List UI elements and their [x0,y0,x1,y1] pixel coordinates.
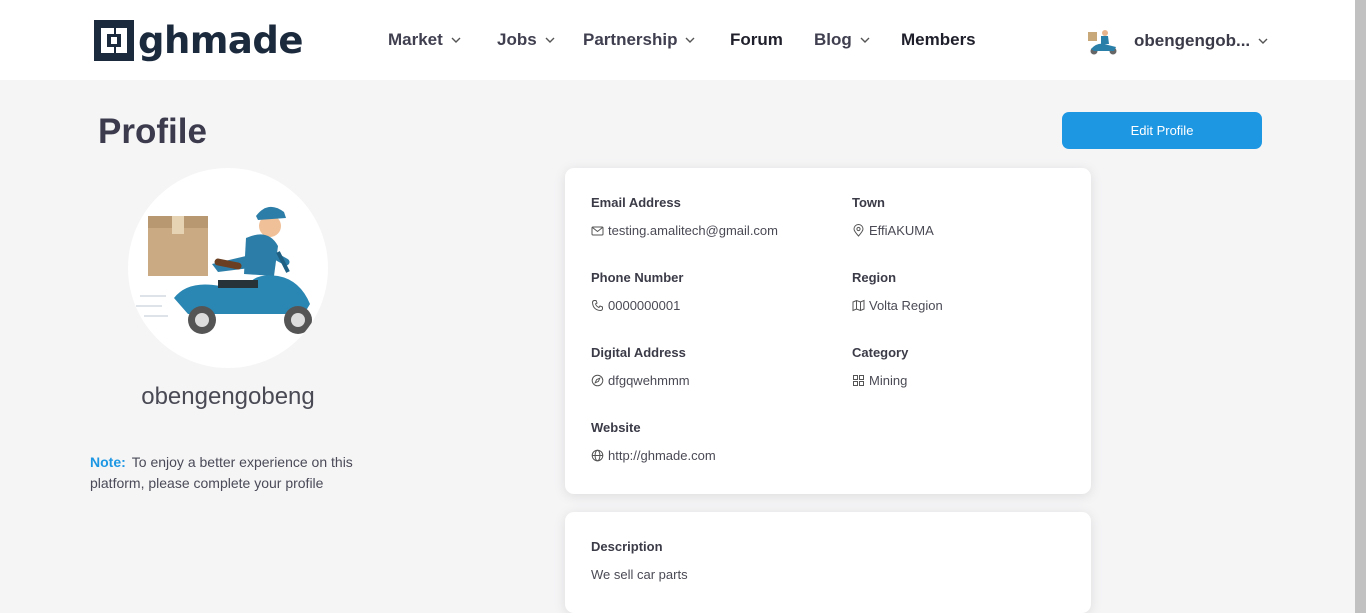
nav-market[interactable]: Market [388,28,462,52]
map-icon [852,299,865,311]
description-field: Description We sell car parts [591,538,1051,583]
region-field: Region Volta Region [852,269,1092,314]
email-value: testing.amalitech@gmail.com [608,222,778,238]
user-menu-name: obengengob... [1134,31,1251,50]
brand-logo-text: ghmade [138,19,303,62]
digital-address-field: Digital Address dfgqwehmmm [591,344,831,389]
nav-forum[interactable]: Forum [730,28,783,52]
phone-field: Phone Number 0000000001 [591,269,831,314]
category-field: Category Mining [852,344,1092,389]
page-title: Profile [98,112,207,151]
chevron-down-icon [685,37,695,43]
description-card: Description We sell car parts [565,512,1091,613]
chevron-down-icon [860,37,870,43]
chevron-down-icon [1258,38,1268,44]
email-field: Email Address testing.amalitech@gmail.co… [591,194,831,239]
brand-logo-mark-icon [94,20,134,61]
note-text: To enjoy a better experience on this pla… [90,454,353,491]
delivery-scooter-illustration [136,206,312,334]
user-menu[interactable]: obengengob... [1086,26,1269,56]
user-avatar-icon [1088,30,1117,55]
town-label: Town [852,195,885,210]
nav-partnership-label: Partnership [583,30,678,49]
website-label: Website [591,420,641,435]
top-navbar: ghmade Market Jobs Partnership Forum Blo… [0,0,1355,80]
profile-avatar [128,168,328,368]
chevron-down-icon [451,37,461,43]
nav-partnership[interactable]: Partnership [583,28,696,52]
nav-blog-label: Blog [814,30,852,49]
email-label: Email Address [591,195,681,210]
profile-details-card: Email Address testing.amalitech@gmail.co… [565,168,1091,494]
nav-jobs-label: Jobs [497,30,537,49]
region-value: Volta Region [869,297,943,313]
envelope-icon [591,226,604,235]
profile-username: obengengobeng [141,383,315,410]
compass-icon [591,374,604,386]
town-value: EffiAKUMA [869,222,934,238]
grid-icon [853,374,864,386]
phone-label: Phone Number [591,270,684,285]
town-field: Town EffiAKUMA [852,194,1092,239]
digital-address-label: Digital Address [591,345,686,360]
nav-market-label: Market [388,30,443,49]
nav-blog[interactable]: Blog [814,28,871,52]
globe-icon [591,449,604,461]
profile-note: Note: To enjoy a better experience on thi… [90,452,360,494]
chevron-down-icon [545,37,555,43]
digital-address-value: dfgqwehmmm [608,372,690,388]
website-link[interactable]: http://ghmade.com [608,448,716,463]
nav-forum-label: Forum [730,30,783,49]
category-value: Mining [869,372,908,388]
category-label: Category [852,345,909,360]
website-field: Website http://ghmade.com [591,419,831,464]
region-label: Region [852,270,897,285]
edit-profile-button[interactable]: Edit Profile [1062,112,1262,149]
description-label: Description [591,539,663,554]
page-scrollbar[interactable] [1355,0,1366,613]
nav-jobs[interactable]: Jobs [497,28,556,52]
nav-members-label: Members [901,30,976,49]
scrollbar-thumb[interactable] [1355,0,1366,613]
description-value: We sell car parts [591,566,688,582]
map-pin-icon [853,223,864,237]
note-label: Note: [90,454,126,470]
nav-members[interactable]: Members [901,28,976,52]
phone-icon [591,299,603,311]
phone-value: 0000000001 [608,297,681,313]
brand-logo[interactable]: ghmade [94,20,303,61]
